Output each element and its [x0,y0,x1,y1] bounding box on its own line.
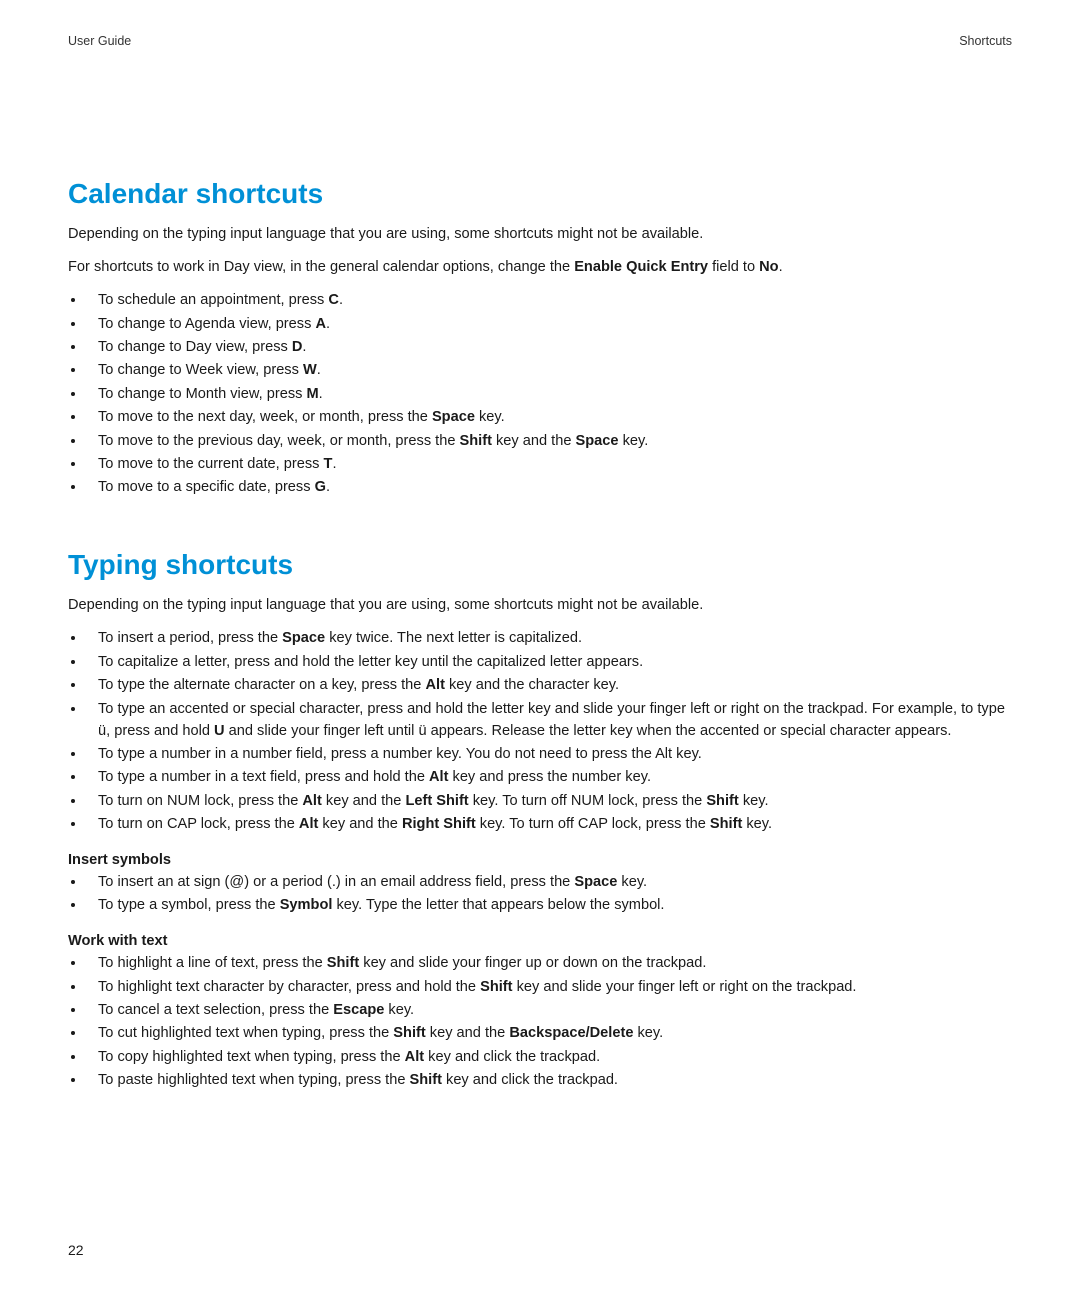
list-item: To paste highlighted text when typing, p… [86,1070,1012,1092]
list-item: To type a symbol, press the Symbol key. … [86,895,1012,917]
list-item: To highlight text character by character… [86,977,1012,999]
list-item: To turn on NUM lock, press the Alt key a… [86,791,1012,813]
list-item: To change to Week view, press W. [86,360,1012,382]
list-item: To cancel a text selection, press the Es… [86,1000,1012,1022]
list-item: To copy highlighted text when typing, pr… [86,1047,1012,1069]
list-item: To type an accented or special character… [86,699,1012,743]
list-item: To move to the current date, press T. [86,454,1012,476]
calendar-list: To schedule an appointment, press C. To … [68,290,1012,499]
page: User Guide Shortcuts Calendar shortcuts … [0,0,1080,1296]
work-with-text-heading: Work with text [68,933,1012,949]
header-right: Shortcuts [959,34,1012,48]
list-item: To move to the previous day, week, or mo… [86,431,1012,453]
page-header: User Guide Shortcuts [68,34,1012,48]
list-item: To turn on CAP lock, press the Alt key a… [86,814,1012,836]
typing-list: To insert a period, press the Space key … [68,628,1012,836]
list-item: To schedule an appointment, press C. [86,290,1012,312]
list-item: To change to Agenda view, press A. [86,314,1012,336]
list-item: To type the alternate character on a key… [86,675,1012,697]
typing-intro: Depending on the typing input language t… [68,595,1012,616]
typing-title: Typing shortcuts [68,549,1012,581]
list-item: To change to Day view, press D. [86,337,1012,359]
list-item: To move to the next day, week, or month,… [86,407,1012,429]
page-number: 22 [68,1242,84,1258]
list-item: To move to a specific date, press G. [86,477,1012,499]
symbols-list: To insert an at sign (@) or a period (.)… [68,872,1012,917]
list-item: To insert an at sign (@) or a period (.)… [86,872,1012,894]
list-item: To type a number in a number field, pres… [86,744,1012,766]
work-list: To highlight a line of text, press the S… [68,953,1012,1092]
list-item: To highlight a line of text, press the S… [86,953,1012,975]
header-left: User Guide [68,34,131,48]
list-item: To insert a period, press the Space key … [86,628,1012,650]
list-item: To type a number in a text field, press … [86,767,1012,789]
list-item: To cut highlighted text when typing, pre… [86,1023,1012,1045]
list-item: To capitalize a letter, press and hold t… [86,652,1012,674]
calendar-title: Calendar shortcuts [68,178,1012,210]
list-item: To change to Month view, press M. [86,384,1012,406]
calendar-intro-2: For shortcuts to work in Day view, in th… [68,257,1012,278]
insert-symbols-heading: Insert symbols [68,852,1012,868]
calendar-intro-1: Depending on the typing input language t… [68,224,1012,245]
